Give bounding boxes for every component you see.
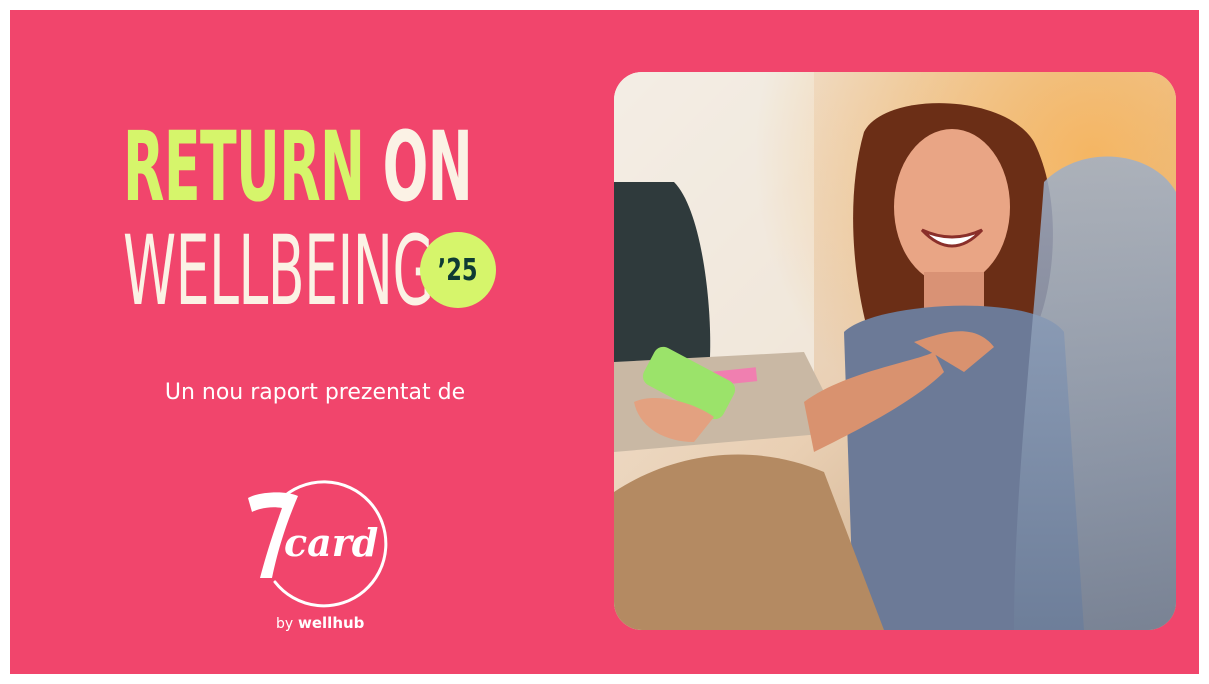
promo-banner: RETURN ON WELLBEING ’25 Un nou raport pr… bbox=[10, 10, 1199, 674]
year-badge-text: ’25 bbox=[438, 252, 478, 288]
headline-line-2: WELLBEING bbox=[123, 215, 434, 327]
logo-tagline-wellhub: wellhub bbox=[298, 614, 365, 632]
logo-tagline-by: by bbox=[276, 616, 293, 632]
headline-word-return: RETURN bbox=[123, 111, 365, 223]
headline-line-1: RETURN ON bbox=[123, 115, 473, 219]
7card-logo-mark: card by wellhub bbox=[248, 480, 388, 632]
subtitle: Un nou raport prezentat de bbox=[164, 380, 466, 405]
7card-wordmark: card bbox=[284, 520, 378, 565]
photo-of-smiling-woman-icon bbox=[614, 72, 1176, 630]
7card-logo: card by wellhub bbox=[240, 470, 390, 640]
year-badge: ’25 bbox=[420, 232, 496, 308]
hero-photo bbox=[614, 72, 1176, 630]
headline-word-on: ON bbox=[382, 111, 473, 223]
